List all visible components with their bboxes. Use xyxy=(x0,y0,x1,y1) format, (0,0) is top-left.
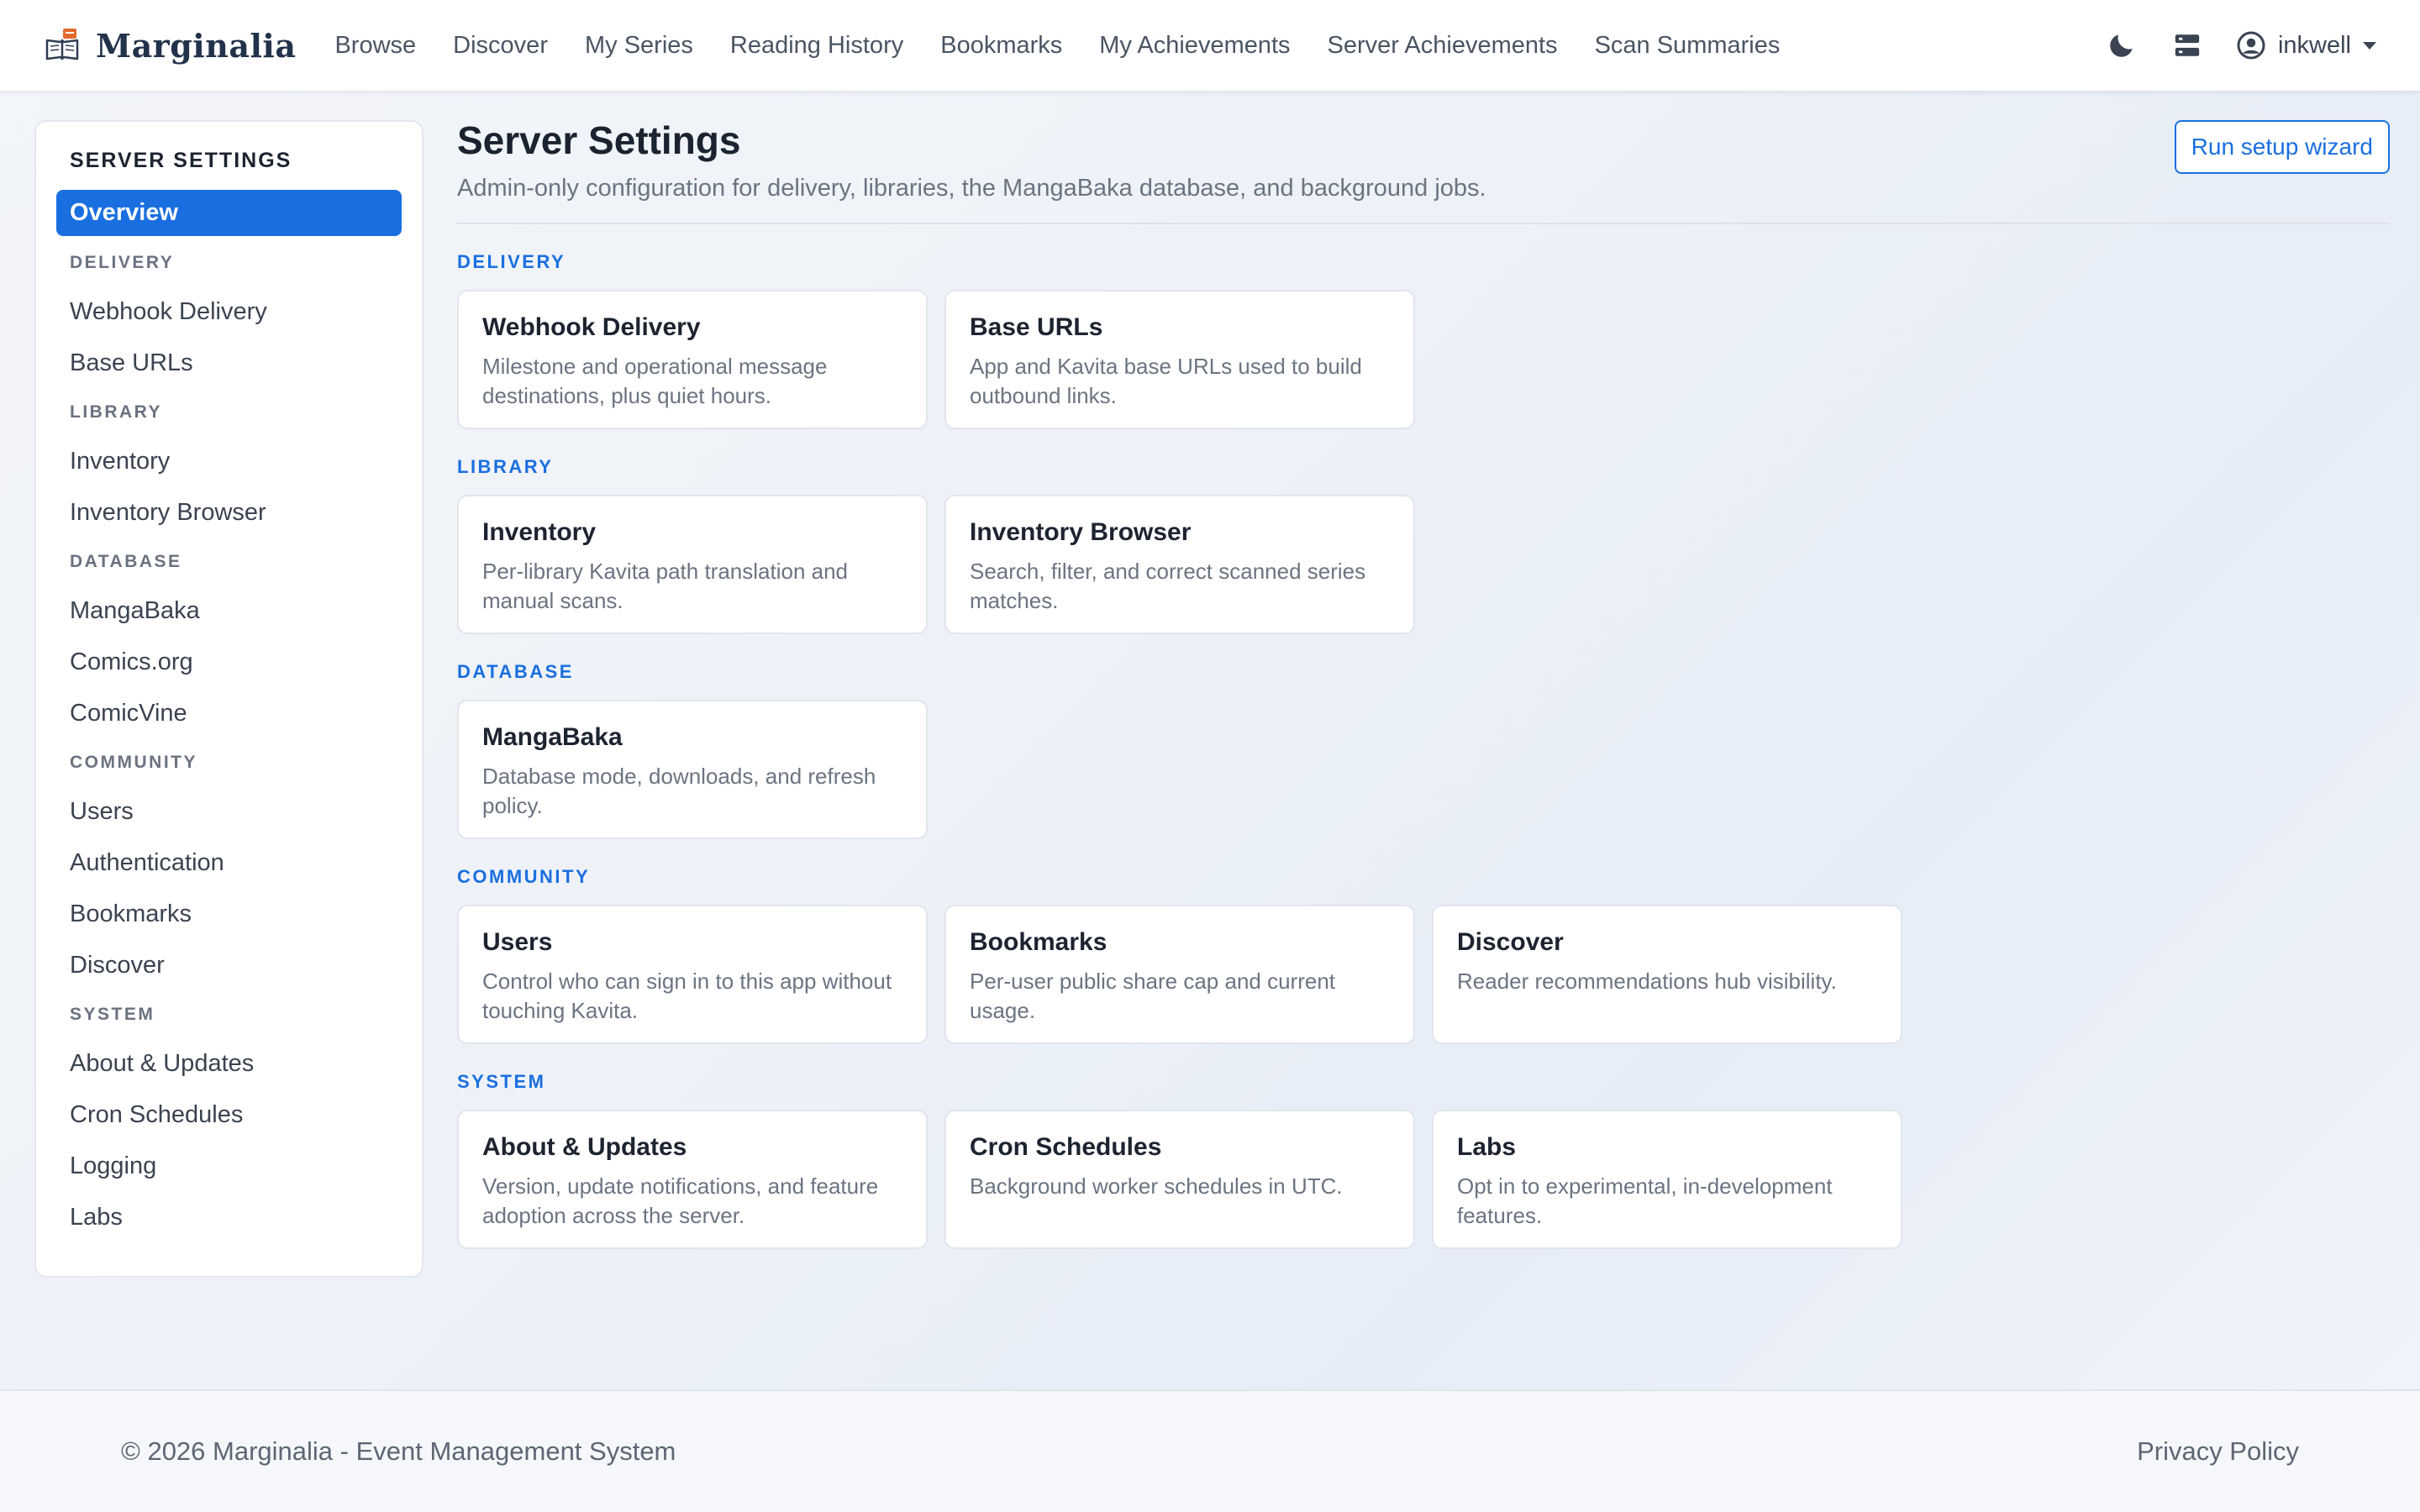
sidebar-group-delivery: DELIVERY xyxy=(70,253,175,272)
page-title: Server Settings xyxy=(457,118,741,162)
card-description: Background worker schedules in UTC. xyxy=(970,1173,1343,1199)
nav-link-reading-history[interactable]: Reading History xyxy=(712,32,922,60)
sidebar-item-bookmarks[interactable]: Bookmarks xyxy=(56,892,402,937)
user-circle-icon xyxy=(2237,31,2265,60)
main-content: Server Settings Admin-only configuration… xyxy=(457,118,2390,1249)
nav-link-bookmarks[interactable]: Bookmarks xyxy=(922,32,1081,60)
sidebar-item-authentication[interactable]: Authentication xyxy=(56,841,402,885)
card-row-system: About & Updates Version, update notifica… xyxy=(457,1110,2390,1249)
card-labs[interactable]: Labs Opt in to experimental, in-developm… xyxy=(1432,1110,1902,1249)
card-row-community: Users Control who can sign in to this ap… xyxy=(457,905,2390,1044)
sidebar-item-mangabaka[interactable]: MangaBaka xyxy=(56,589,402,633)
card-cron-schedules[interactable]: Cron Schedules Background worker schedul… xyxy=(944,1110,1415,1249)
sidebar-item-comicvine[interactable]: ComicVine xyxy=(56,691,402,736)
sidebar-item-discover[interactable]: Discover xyxy=(56,943,402,988)
run-setup-wizard-button[interactable]: Run setup wizard xyxy=(2174,120,2390,174)
user-name: inkwell xyxy=(2277,31,2351,59)
card-title: Base URLs xyxy=(970,313,1103,341)
sidebar-item-base-urls[interactable]: Base URLs xyxy=(56,341,402,386)
card-base-urls[interactable]: Base URLs App and Kavita base URLs used … xyxy=(944,290,1415,429)
sidebar-item-about-updates[interactable]: About & Updates xyxy=(56,1042,402,1086)
card-row-library: Inventory Per-library Kavita path transl… xyxy=(457,495,2390,634)
card-title: Discover xyxy=(1457,928,1564,956)
header-divider xyxy=(457,223,2390,224)
section-label-community: COMMUNITY xyxy=(457,866,591,887)
section-label-library: LIBRARY xyxy=(457,456,554,477)
sidebar-item-webhook-delivery[interactable]: Webhook Delivery xyxy=(56,290,402,334)
sidebar-title: SERVER SETTINGS xyxy=(70,149,292,172)
card-description: Per-library Kavita path translation and … xyxy=(482,559,849,613)
section-label-system: SYSTEM xyxy=(457,1071,546,1092)
nav-link-browse[interactable]: Browse xyxy=(316,32,434,60)
card-mangabaka[interactable]: MangaBaka Database mode, downloads, and … xyxy=(457,700,928,839)
nav-link-scan-summaries[interactable]: Scan Summaries xyxy=(1576,32,1799,60)
nav-links: Browse Discover My Series Reading Histor… xyxy=(316,32,1798,60)
nav-link-discover[interactable]: Discover xyxy=(434,32,566,60)
sidebar-item-comics-org[interactable]: Comics.org xyxy=(56,640,402,685)
open-book-logo-icon xyxy=(45,29,79,60)
sidebar-item-overview[interactable]: Overview xyxy=(56,190,402,236)
page-subtitle: Admin-only configuration for delivery, l… xyxy=(457,175,1486,202)
sidebar-item-cron-schedules[interactable]: Cron Schedules xyxy=(56,1093,402,1137)
card-description: Reader recommendations hub visibility. xyxy=(1457,969,1837,994)
card-title: Inventory xyxy=(482,518,597,546)
top-navbar: Marginalia Browse Discover My Series Rea… xyxy=(0,0,2420,91)
card-title: Labs xyxy=(1457,1133,1517,1161)
sidebar-item-inventory[interactable]: Inventory xyxy=(56,439,402,484)
card-inventory-browser[interactable]: Inventory Browser Search, filter, and co… xyxy=(944,495,1415,634)
nav-link-my-series[interactable]: My Series xyxy=(566,32,712,60)
card-title: Users xyxy=(482,928,553,956)
card-title: Cron Schedules xyxy=(970,1133,1162,1161)
sidebar-item-inventory-browser[interactable]: Inventory Browser xyxy=(56,491,402,535)
card-description: Milestone and operational message destin… xyxy=(482,354,828,408)
card-inventory[interactable]: Inventory Per-library Kavita path transl… xyxy=(457,495,928,634)
sidebar-item-logging[interactable]: Logging xyxy=(56,1144,402,1189)
card-title: Webhook Delivery xyxy=(482,313,701,341)
moon-icon[interactable] xyxy=(2105,29,2139,62)
footer: © 2026 Marginalia - Event Management Sys… xyxy=(0,1389,2420,1512)
card-description: Search, filter, and correct scanned seri… xyxy=(970,559,1366,613)
card-description: Version, update notifications, and featu… xyxy=(482,1173,879,1228)
nav-right: inkwell xyxy=(2073,29,2376,62)
card-discover[interactable]: Discover Reader recommendations hub visi… xyxy=(1432,905,1902,1044)
card-row-database: MangaBaka Database mode, downloads, and … xyxy=(457,700,2390,839)
sidebar-group-library: LIBRARY xyxy=(70,402,163,422)
card-description: Per-user public share cap and current us… xyxy=(970,969,1336,1023)
card-title: Bookmarks xyxy=(970,928,1107,956)
sidebar-item-users[interactable]: Users xyxy=(56,790,402,834)
card-webhook-delivery[interactable]: Webhook Delivery Milestone and operation… xyxy=(457,290,928,429)
nav-link-server-achievements[interactable]: Server Achievements xyxy=(1309,32,1576,60)
card-row-delivery: Webhook Delivery Milestone and operation… xyxy=(457,290,2390,429)
brand[interactable]: Marginalia xyxy=(44,27,296,65)
card-users[interactable]: Users Control who can sign in to this ap… xyxy=(457,905,928,1044)
brand-name: Marginalia xyxy=(96,26,297,65)
card-description: App and Kavita base URLs used to build o… xyxy=(970,354,1362,408)
chevron-down-icon xyxy=(2363,41,2376,50)
footer-copyright: © 2026 Marginalia - Event Management Sys… xyxy=(121,1436,676,1466)
card-about-updates[interactable]: About & Updates Version, update notifica… xyxy=(457,1110,928,1249)
card-bookmarks[interactable]: Bookmarks Per-user public share cap and … xyxy=(944,905,1415,1044)
sidebar-group-system: SYSTEM xyxy=(70,1005,155,1024)
section-label-delivery: DELIVERY xyxy=(457,251,566,272)
card-description: Database mode, downloads, and refresh po… xyxy=(482,764,876,818)
card-title: Inventory Browser xyxy=(970,518,1192,546)
privacy-policy-link[interactable]: Privacy Policy xyxy=(2137,1436,2299,1467)
card-description: Control who can sign in to this app with… xyxy=(482,969,892,1023)
settings-sidebar: SERVER SETTINGS Overview DELIVERY Webhoo… xyxy=(34,120,424,1278)
sidebar-item-labs[interactable]: Labs xyxy=(56,1195,402,1240)
user-menu[interactable]: inkwell xyxy=(2236,30,2376,60)
card-title: About & Updates xyxy=(482,1133,687,1161)
sidebar-group-community: COMMUNITY xyxy=(70,753,197,772)
nav-link-my-achievements[interactable]: My Achievements xyxy=(1081,32,1308,60)
card-title: MangaBaka xyxy=(482,723,623,751)
sidebar-group-database: DATABASE xyxy=(70,552,182,571)
card-description: Opt in to experimental, in-development f… xyxy=(1457,1173,1833,1228)
section-label-database: DATABASE xyxy=(457,661,574,682)
server-icon[interactable] xyxy=(2170,29,2204,62)
